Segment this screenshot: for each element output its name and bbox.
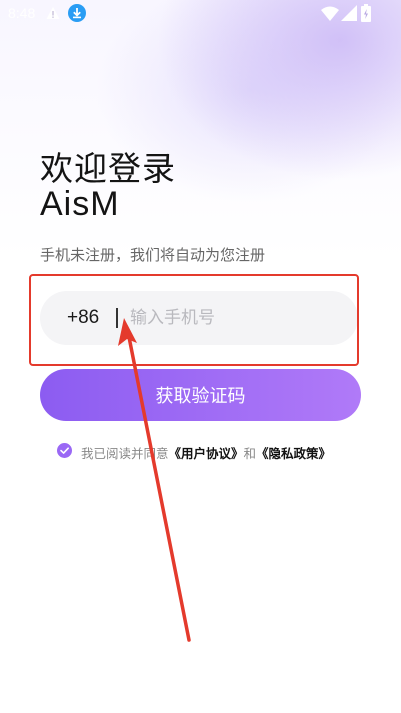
download-icon bbox=[68, 4, 86, 22]
text-cursor bbox=[116, 308, 118, 328]
app-name: AisM bbox=[40, 185, 120, 223]
country-code-selector[interactable]: +86 bbox=[67, 307, 99, 329]
agreement-text: 我已阅读并同意《用户协议》和《隐私政策》 bbox=[81, 443, 331, 462]
user-agreement-link[interactable]: 《用户协议》 bbox=[169, 446, 244, 461]
agreement-row: 我已阅读并同意《用户协议》和《隐私政策》 bbox=[57, 442, 367, 462]
status-bar: 8:48 bbox=[0, 0, 401, 28]
battery-icon bbox=[361, 4, 371, 22]
signal-icon bbox=[341, 5, 357, 21]
privacy-policy-link[interactable]: 《隐私政策》 bbox=[256, 446, 331, 461]
get-verification-code-button[interactable]: 获取验证码 bbox=[40, 369, 361, 421]
phone-number-input[interactable] bbox=[130, 303, 340, 333]
agreement-and: 和 bbox=[243, 446, 257, 461]
register-hint: 手机未注册，我们将自动为您注册 bbox=[40, 246, 266, 264]
warning-icon bbox=[46, 7, 60, 19]
wifi-icon bbox=[321, 6, 339, 21]
background-gradient bbox=[0, 0, 401, 713]
phone-input-row[interactable]: +86 bbox=[40, 291, 358, 345]
status-time: 8:48 bbox=[8, 5, 36, 21]
agreement-prefix: 我已阅读并同意 bbox=[81, 446, 169, 461]
page-title: 欢迎登录 bbox=[40, 149, 176, 188]
agreement-checkbox[interactable] bbox=[57, 443, 72, 458]
